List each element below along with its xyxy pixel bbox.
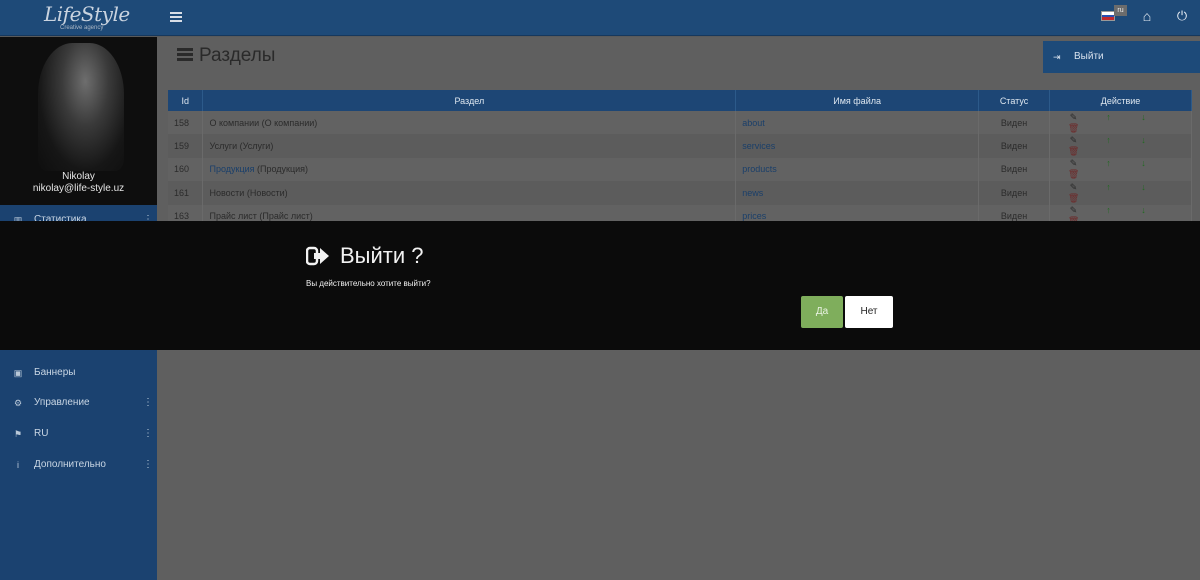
column-header-section[interactable]: Раздел bbox=[202, 90, 737, 111]
table-row: 158 О компании (О компании) about Виден … bbox=[168, 111, 1192, 135]
sign-out-icon: ⇥ bbox=[1053, 52, 1061, 62]
trash-icon[interactable]: 🗑 bbox=[1056, 146, 1091, 157]
image-icon: ▣ bbox=[13, 368, 23, 378]
edit-icon[interactable]: ✎ bbox=[1056, 205, 1091, 216]
row-id: 159 bbox=[168, 134, 204, 158]
row-status: Виден bbox=[978, 134, 1051, 158]
row-status: Виден bbox=[978, 157, 1051, 182]
table-row: 159 Услуги (Услуги) services Виден ✎ ↑ ↓ 🗑 bbox=[168, 134, 1192, 158]
edit-icon[interactable]: ✎ bbox=[1056, 158, 1091, 169]
confirm-yes-button[interactable]: Да bbox=[801, 296, 843, 328]
row-actions: ✎↑↓ 🗑 bbox=[1049, 181, 1192, 205]
table-header-row: Id Раздел Имя файла Статус Действие bbox=[168, 90, 1192, 111]
row-actions: ✎↑↓ 🗑 bbox=[1049, 157, 1192, 182]
sidebar-item-label: Управление bbox=[34, 397, 90, 408]
row-filename-link[interactable]: news bbox=[742, 188, 763, 198]
gears-icon: ⚙ bbox=[13, 398, 23, 408]
info-icon: i bbox=[17, 460, 19, 470]
logout-confirm-dialog: Выйти ? Вы действительно хотите выйти? Д… bbox=[0, 221, 1200, 350]
confirm-no-button[interactable]: Нет bbox=[845, 296, 893, 328]
row-status: Виден bbox=[978, 111, 1051, 135]
arrow-down-icon[interactable]: ↓ bbox=[1126, 135, 1161, 145]
arrow-up-icon[interactable]: ↑ bbox=[1091, 112, 1126, 122]
row-actions: ✎↑↓ 🗑 bbox=[1049, 111, 1192, 135]
row-filename-link[interactable]: products bbox=[742, 164, 777, 174]
sidebar-item-label: RU bbox=[34, 428, 49, 439]
sidebar-item-label: Дополнительно bbox=[34, 459, 106, 470]
trash-icon[interactable]: 🗑 bbox=[1056, 169, 1091, 180]
sections-table: Id Раздел Имя файла Статус Действие 158 … bbox=[168, 90, 1192, 228]
kebab-icon: ⋮ bbox=[143, 459, 153, 470]
russian-flag-icon[interactable] bbox=[1101, 11, 1115, 21]
column-header-filename[interactable]: Имя файла bbox=[735, 90, 980, 111]
row-id: 158 bbox=[168, 111, 204, 135]
arrow-up-icon[interactable]: ↑ bbox=[1091, 182, 1126, 192]
edit-icon[interactable]: ✎ bbox=[1056, 182, 1091, 193]
row-status: Виден bbox=[978, 181, 1051, 205]
user-email: nikolay@life-style.uz bbox=[32, 183, 125, 194]
row-filename-link[interactable]: about bbox=[742, 118, 765, 128]
arrow-down-icon[interactable]: ↓ bbox=[1126, 205, 1161, 215]
column-header-status[interactable]: Статус bbox=[978, 90, 1051, 111]
edit-icon[interactable]: ✎ bbox=[1056, 135, 1091, 146]
row-actions: ✎↑↓ 🗑 bbox=[1049, 134, 1192, 158]
sidebar-item-language[interactable]: ⚑ RU ⋮ bbox=[0, 419, 157, 449]
row-section-name: Продукция (Продукция) bbox=[202, 157, 737, 182]
sign-out-icon bbox=[306, 246, 329, 266]
section-name-rest: (Продукция) bbox=[254, 164, 309, 175]
arrow-down-icon[interactable]: ↓ bbox=[1126, 112, 1161, 122]
edit-icon[interactable]: ✎ bbox=[1056, 112, 1091, 123]
list-icon bbox=[177, 48, 193, 62]
language-badge[interactable]: ru bbox=[1114, 5, 1127, 16]
arrow-down-icon[interactable]: ↓ bbox=[1126, 158, 1161, 168]
row-filename-link[interactable]: services bbox=[742, 141, 775, 151]
trash-icon[interactable]: 🗑 bbox=[1056, 193, 1091, 204]
logo-tagline: Creative agency bbox=[60, 25, 104, 31]
power-icon[interactable]: ⏻ bbox=[1175, 9, 1189, 23]
sidebar-item-additional[interactable]: i Дополнительно ⋮ bbox=[0, 450, 157, 480]
page-title-text: Разделы bbox=[199, 45, 276, 66]
row-filename-link[interactable]: prices bbox=[742, 211, 766, 221]
dialog-message: Вы действительно хотите выйти? bbox=[306, 279, 431, 288]
arrow-up-icon[interactable]: ↑ bbox=[1091, 158, 1126, 168]
arrow-up-icon[interactable]: ↑ bbox=[1091, 205, 1126, 215]
row-section-name: Новости (Новости) bbox=[202, 181, 737, 205]
flag-icon: ⚑ bbox=[13, 429, 23, 439]
arrow-up-icon[interactable]: ↑ bbox=[1091, 135, 1126, 145]
column-header-id[interactable]: Id bbox=[168, 90, 204, 111]
trash-icon[interactable]: 🗑 bbox=[1056, 123, 1091, 134]
sidebar-item-management[interactable]: ⚙ Управление ⋮ bbox=[0, 388, 157, 418]
page-title: Разделы bbox=[177, 45, 275, 67]
column-header-action: Действие bbox=[1049, 90, 1192, 111]
kebab-icon: ⋮ bbox=[143, 397, 153, 408]
row-section-name: О компании (О компании) bbox=[202, 111, 737, 135]
top-navbar: LifeStyle Creative agency ru ⌂ ⏻ bbox=[0, 0, 1200, 36]
home-icon[interactable]: ⌂ bbox=[1140, 9, 1154, 23]
sidebar-item-label: Баннеры bbox=[34, 367, 76, 378]
logout-menu-item[interactable]: ⇥ Выйти bbox=[1043, 41, 1200, 73]
dialog-title: Выйти ? bbox=[340, 243, 424, 268]
menu-toggle-icon[interactable] bbox=[170, 12, 182, 22]
row-id: 161 bbox=[168, 181, 204, 205]
brand-logo[interactable]: LifeStyle Creative agency bbox=[0, 0, 157, 36]
table-row: 160 Продукция (Продукция) products Виден… bbox=[168, 157, 1192, 182]
row-section-name: Услуги (Услуги) bbox=[202, 134, 737, 158]
logout-label: Выйти bbox=[1074, 51, 1104, 62]
user-name: Nikolay bbox=[62, 171, 95, 182]
table-row: 161 Новости (Новости) news Виден ✎ ↑ ↓ 🗑 bbox=[168, 181, 1192, 205]
kebab-icon: ⋮ bbox=[143, 428, 153, 439]
user-profile: Nikolay nikolay@life-style.uz bbox=[0, 37, 157, 205]
sidebar-item-banners[interactable]: ▣ Баннеры bbox=[0, 358, 157, 388]
avatar bbox=[38, 43, 124, 171]
logo-text: LifeStyle bbox=[44, 2, 130, 26]
row-id: 160 bbox=[168, 157, 204, 182]
arrow-down-icon[interactable]: ↓ bbox=[1126, 182, 1161, 192]
section-name-link[interactable]: Продукция bbox=[209, 164, 254, 174]
